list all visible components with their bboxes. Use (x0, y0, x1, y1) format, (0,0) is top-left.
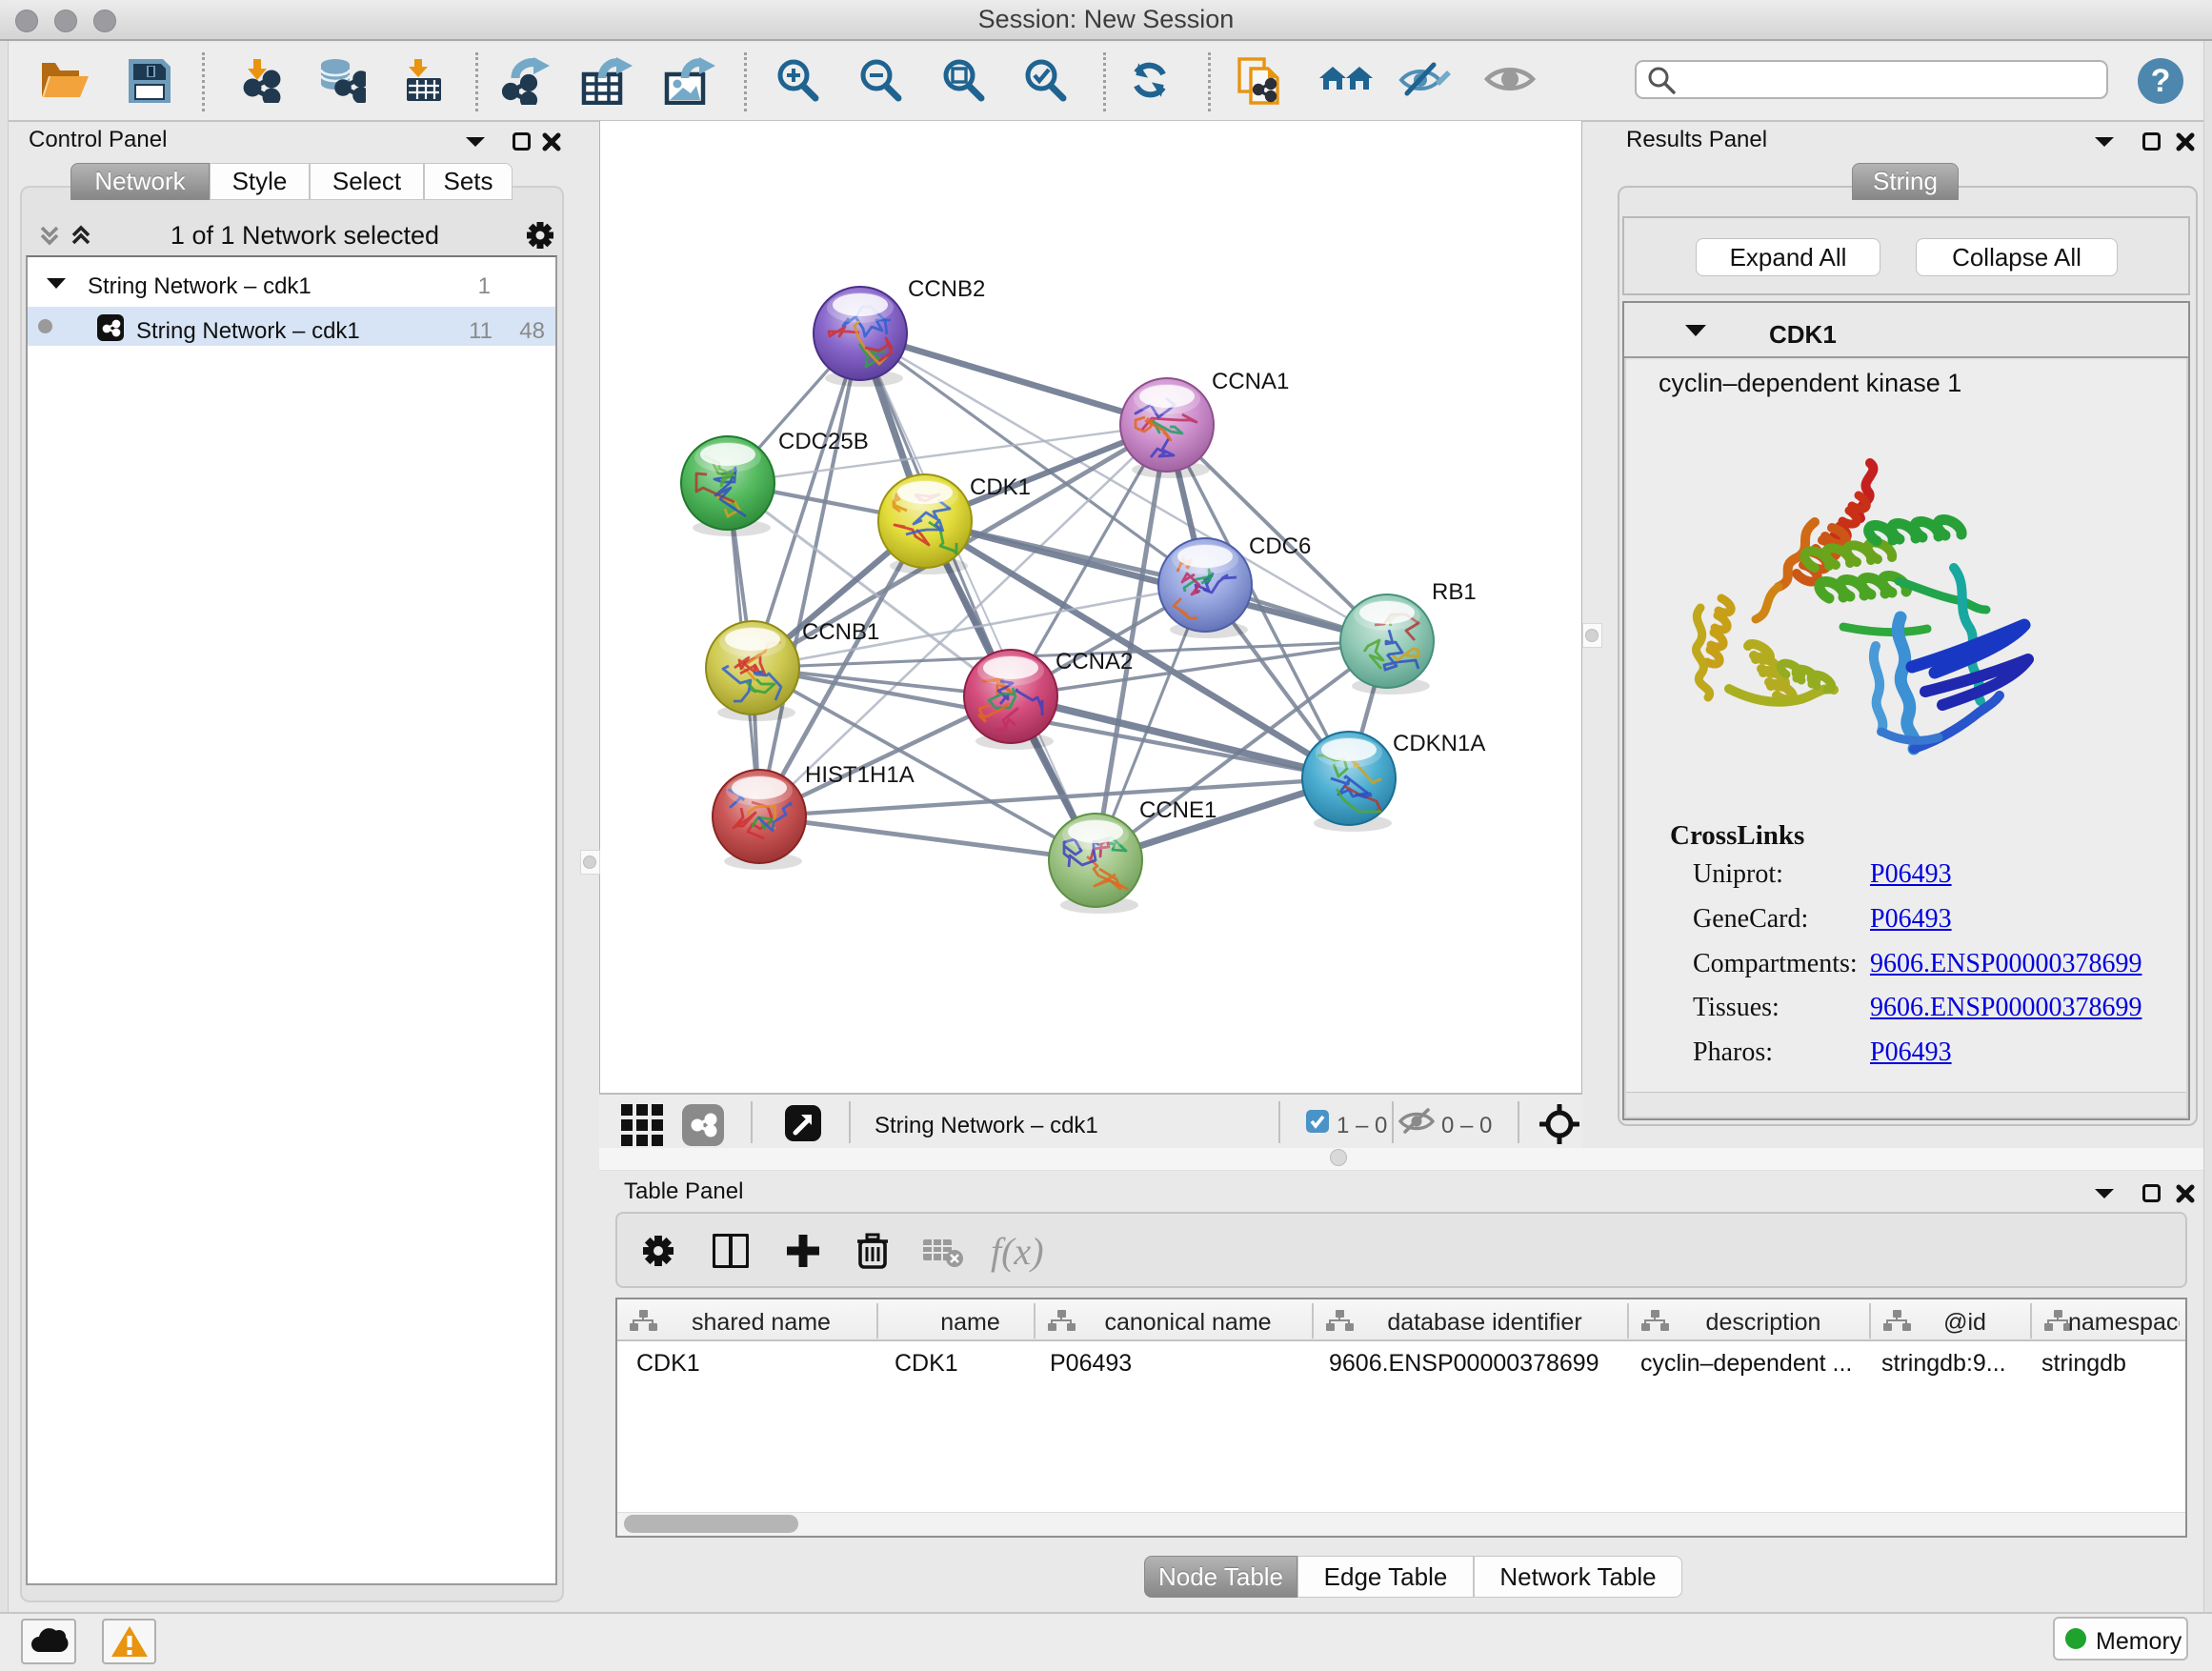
svg-text:CCNB2: CCNB2 (908, 276, 985, 302)
svg-text:CDK1: CDK1 (970, 474, 1031, 500)
svg-text:CDC6: CDC6 (1249, 534, 1311, 559)
svg-text:CCNA2: CCNA2 (1056, 649, 1133, 674)
svg-text:CCNE1: CCNE1 (1139, 797, 1217, 823)
svg-text:CDC25B: CDC25B (778, 429, 869, 454)
svg-text:HIST1H1A: HIST1H1A (805, 762, 915, 788)
svg-text:?: ? (2151, 63, 2171, 99)
svg-text:CCNA1: CCNA1 (1212, 369, 1289, 394)
svg-text:CDKN1A: CDKN1A (1393, 731, 1485, 756)
svg-text:CCNB1: CCNB1 (802, 619, 879, 645)
svg-text:RB1: RB1 (1432, 579, 1477, 605)
